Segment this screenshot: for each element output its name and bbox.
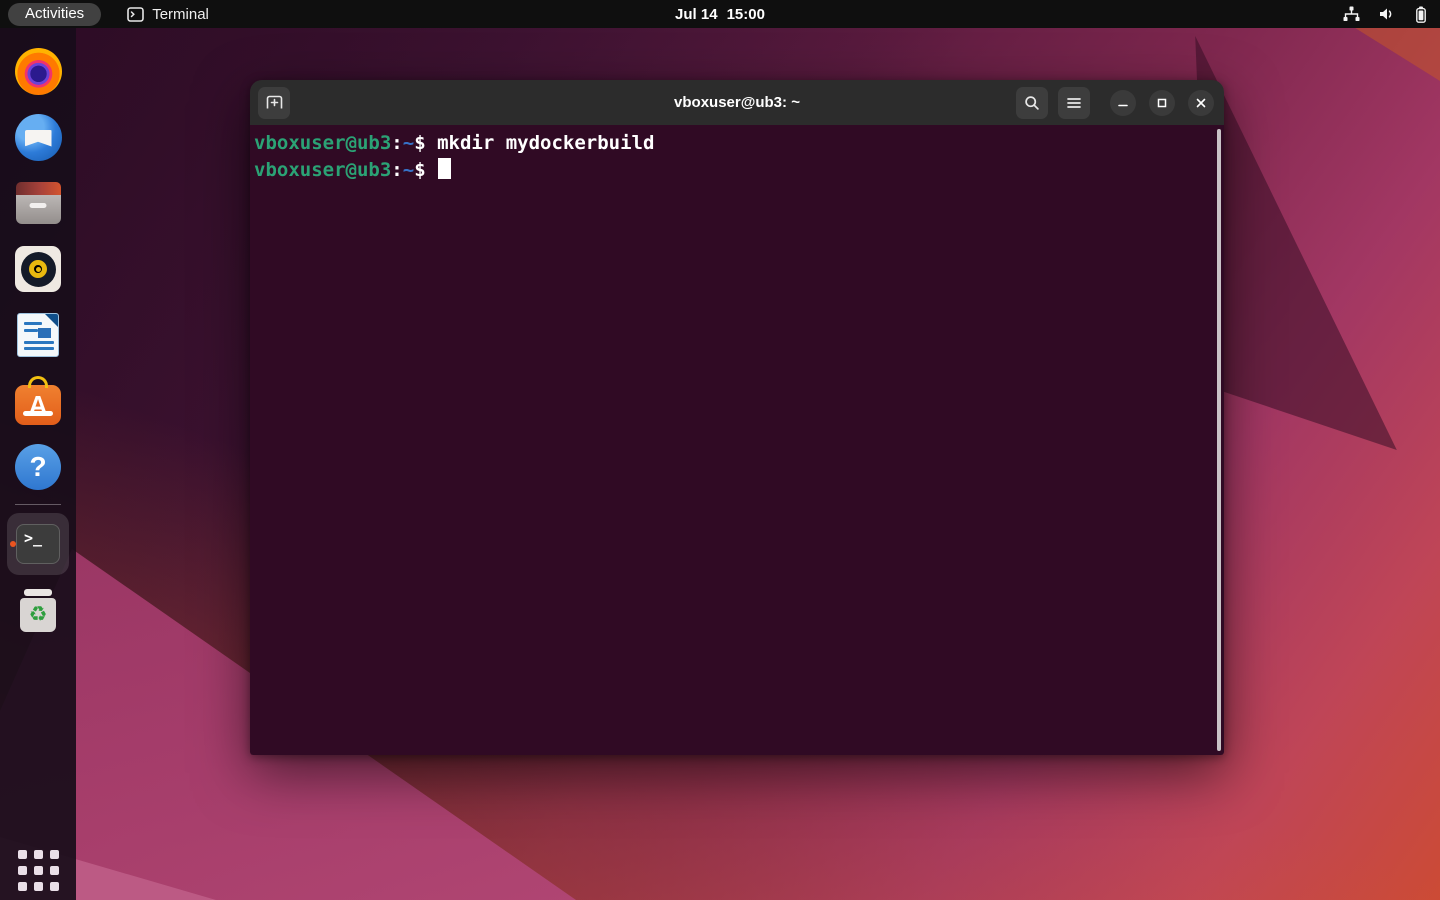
dock-item-thunderbird[interactable]: [7, 104, 69, 170]
maximize-button[interactable]: [1149, 90, 1175, 116]
dock-item-terminal[interactable]: >_: [7, 511, 69, 577]
rhythmbox-icon: [15, 246, 61, 292]
minimize-button[interactable]: [1110, 90, 1136, 116]
search-icon: [1024, 95, 1040, 111]
wired-network-icon: [1342, 6, 1361, 22]
terminal-glyph: >_: [24, 529, 42, 547]
command-text: mkdir mydockerbuild: [437, 132, 654, 154]
activities-button[interactable]: Activities: [8, 3, 101, 26]
battery-icon: [1414, 6, 1428, 23]
terminal-icon: >_: [16, 524, 60, 564]
help-icon: ?: [15, 444, 61, 490]
terminal-scrollbar[interactable]: [1217, 129, 1221, 751]
terminal-titlebar[interactable]: vboxuser@ub3: ~: [250, 80, 1224, 125]
dock-item-rhythmbox[interactable]: [7, 236, 69, 302]
dock-item-help[interactable]: ?: [7, 434, 69, 500]
new-tab-button[interactable]: [258, 87, 290, 119]
system-tray[interactable]: [1342, 6, 1428, 23]
new-tab-icon: [266, 95, 283, 110]
trash-icon: ♻: [20, 589, 56, 632]
window-title: vboxuser@ub3: ~: [674, 94, 800, 111]
dock-item-libreoffice-writer[interactable]: [7, 302, 69, 368]
terminal-window: vboxuser@ub3: ~: [250, 80, 1224, 755]
dock-item-files[interactable]: [7, 170, 69, 236]
focused-app-menu[interactable]: Terminal: [127, 6, 209, 23]
prompt-user: vboxuser@ub3: [254, 132, 391, 154]
maximize-icon: [1156, 97, 1168, 109]
clock-date: Jul 14: [675, 6, 718, 23]
dock-item-app-grid[interactable]: [7, 840, 69, 900]
menu-button[interactable]: [1058, 87, 1090, 119]
libreoffice-writer-icon: [17, 313, 59, 357]
prompt-path: ~: [403, 159, 414, 181]
search-button[interactable]: [1016, 87, 1048, 119]
files-icon: [16, 182, 61, 224]
thunderbird-icon: [15, 114, 62, 161]
terminal-line: vboxuser@ub3:~$: [254, 157, 1200, 184]
close-icon: [1195, 97, 1207, 109]
dock-item-firefox[interactable]: [7, 38, 69, 104]
clock-time: 15:00: [727, 6, 765, 23]
dock-item-trash[interactable]: ♻: [7, 577, 69, 643]
dock: A ? >_ ♻: [0, 28, 76, 900]
firefox-icon: [15, 48, 62, 95]
hamburger-menu-icon: [1066, 96, 1082, 110]
clock[interactable]: Jul 14 15:00: [675, 0, 765, 28]
minimize-icon: [1117, 97, 1129, 109]
terminal-content[interactable]: vboxuser@ub3:~$ mkdir mydockerbuild vbox…: [250, 125, 1224, 755]
volume-icon: [1378, 6, 1397, 22]
top-bar: Activities Terminal Jul 14 15:00: [0, 0, 1440, 28]
prompt-path: ~: [403, 132, 414, 154]
focused-app-label: Terminal: [152, 6, 209, 23]
terminal-cursor: [438, 158, 451, 179]
prompt-user: vboxuser@ub3: [254, 159, 391, 181]
help-glyph: ?: [29, 451, 46, 483]
terminal-mini-icon: [127, 7, 144, 22]
dock-separator: [15, 504, 61, 505]
ubuntu-software-icon: A: [15, 385, 61, 425]
app-grid-icon: [18, 850, 59, 891]
recycle-glyph: ♻: [29, 604, 48, 625]
dock-item-ubuntu-software[interactable]: A: [7, 368, 69, 434]
terminal-line: vboxuser@ub3:~$ mkdir mydockerbuild: [254, 130, 1200, 157]
close-button[interactable]: [1188, 90, 1214, 116]
